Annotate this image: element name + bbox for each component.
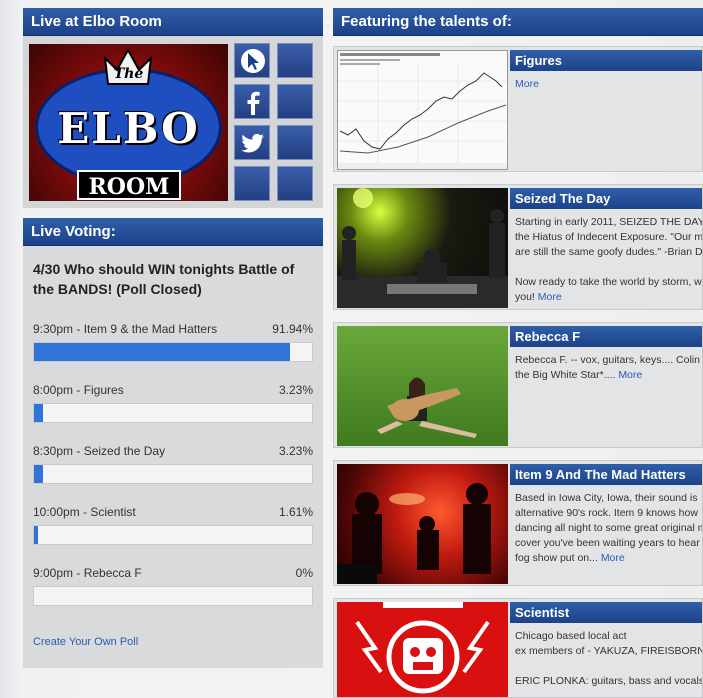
twitter-icon: [241, 133, 264, 153]
poll-bar-track: [33, 586, 313, 606]
logo-elbo: ELBO: [57, 104, 200, 153]
band-thumbnail[interactable]: [337, 188, 508, 308]
poll-option-percent: 3.23%: [278, 383, 313, 397]
empty-square-5: [277, 166, 313, 201]
band-description-line: Based in Iowa City, Iowa, their sound is: [515, 492, 698, 504]
band-description-gap: [515, 260, 702, 275]
logo-room: ROOM: [77, 170, 181, 200]
elbo-room-logo[interactable]: The ELBO ROOM: [29, 44, 228, 201]
band-description-gap: [515, 659, 702, 674]
band-description-line: Chicago based local act: [515, 630, 627, 642]
poll-option[interactable]: 8:30pm - Seized the Day 3.23%: [33, 444, 313, 484]
more-link[interactable]: More: [618, 369, 642, 381]
stock-chart-image: [338, 51, 507, 169]
twitter-button[interactable]: [234, 125, 270, 160]
featuring-title: Featuring the talents of:: [333, 8, 703, 36]
band-name[interactable]: Rebecca F: [510, 326, 702, 347]
poll-option-label: 10:00pm - Scientist: [33, 505, 136, 519]
more-link[interactable]: More: [601, 552, 625, 564]
poll-option-percent: 1.61%: [278, 505, 313, 519]
band-description-text: you!: [515, 291, 535, 303]
empty-square-4: [234, 166, 270, 201]
cursor-icon: [241, 49, 265, 73]
poll-option-percent: 3.23%: [278, 444, 313, 458]
band-photo-image: [337, 483, 491, 584]
poll-bar-track: [33, 525, 313, 545]
poll-bar-fill: [34, 465, 43, 483]
band-description-line: you! More: [515, 290, 702, 305]
band-description-line: ex members of - YAKUZA, FIREISBORN: [515, 645, 703, 657]
band-description: Starting in early 2011, SEIZED THE DAY t…: [515, 215, 703, 305]
band-thumbnail[interactable]: [337, 464, 508, 584]
band-description-line: dancing all night to some great original…: [515, 522, 703, 534]
band-description-line: the Big White Star*.... More: [515, 368, 702, 383]
poll-option[interactable]: 10:00pm - Scientist 1.61%: [33, 505, 313, 545]
band-description: Chicago based local act ex members of - …: [515, 629, 703, 689]
band-card-item-9-and-the-mad-hatters: Item 9 And The Mad Hatters Based in Iowa…: [333, 460, 703, 586]
band-card-seized-the-day: Seized The Day Starting in early 2011, S…: [333, 184, 703, 310]
band-logo-image: [355, 602, 490, 694]
poll-option-percent: 0%: [295, 566, 313, 580]
band-description-text: the Big White Star*....: [515, 369, 616, 381]
facebook-button[interactable]: [234, 84, 270, 119]
band-description-line: alternative 90's rock. Item 9 knows how: [515, 507, 698, 519]
empty-square-3: [277, 125, 313, 160]
band-description-line: Rebecca F. -- vox, guitars, keys.... Col…: [515, 354, 700, 366]
poll-bar-track: [33, 464, 313, 484]
band-name[interactable]: Scientist: [510, 602, 702, 623]
band-name[interactable]: Figures: [510, 50, 702, 71]
poll-option[interactable]: 9:00pm - Rebecca F 0%: [33, 566, 313, 606]
poll-option-label: 8:00pm - Figures: [33, 383, 124, 397]
band-description-line: Now ready to take the world by storm, w: [515, 276, 702, 288]
logo-the: The: [113, 66, 144, 82]
band-description-line: cover you've been waiting years to hear: [515, 537, 700, 549]
live-at-elbo-room-title: Live at Elbo Room: [23, 8, 323, 36]
band-thumbnail[interactable]: [337, 602, 508, 697]
band-photo-image: [337, 188, 508, 308]
cursor-button[interactable]: [234, 43, 270, 78]
band-description-line: fog show put on... More: [515, 551, 702, 566]
band-name[interactable]: Seized The Day: [510, 188, 702, 209]
create-your-own-poll-link[interactable]: Create Your Own Poll: [33, 636, 138, 648]
band-description-line: the Hiatus of Indecent Exposure. "Our m: [515, 231, 703, 243]
featuring-panel: Featuring the talents of:: [333, 8, 703, 36]
more-link[interactable]: More: [515, 78, 539, 90]
poll-bar-track: [33, 403, 313, 423]
poll-bar-track: [33, 342, 313, 362]
poll-option-label: 8:30pm - Seized the Day: [33, 444, 166, 458]
empty-square-2: [277, 84, 313, 119]
band-thumbnail[interactable]: [337, 326, 508, 446]
poll-option-percent: 91.94%: [272, 322, 313, 336]
poll-option-label: 9:00pm - Rebecca F: [33, 566, 142, 580]
poll-option-label: 9:30pm - Item 9 & the Mad Hatters: [33, 322, 218, 336]
band-card-rebecca-f: Rebecca F Rebecca F. -- vox, guitars, ke…: [333, 322, 703, 448]
band-name[interactable]: Item 9 And The Mad Hatters: [510, 464, 702, 485]
live-voting-title: Live Voting:: [23, 218, 323, 246]
empty-square-1: [277, 43, 313, 78]
facebook-icon: [247, 91, 260, 115]
band-card-figures: Figures More: [333, 46, 703, 172]
live-voting-panel: Live Voting: 4/30 Who should WIN tonight…: [23, 218, 323, 668]
band-description: More: [515, 77, 702, 92]
poll-option[interactable]: 8:00pm - Figures 3.23%: [33, 383, 313, 423]
band-card-scientist: Scientist Chicago based local act ex mem…: [333, 598, 703, 698]
poll-bar-fill: [34, 404, 43, 422]
band-description: Rebecca F. -- vox, guitars, keys.... Col…: [515, 353, 702, 383]
band-description-line: are still the same goofy dudes." -Brian …: [515, 246, 703, 258]
poll-question: 4/30 Who should WIN tonights Battle of t…: [33, 261, 295, 297]
band-photo-image: [377, 377, 477, 438]
band-thumbnail[interactable]: [337, 50, 508, 170]
band-description: Based in Iowa City, Iowa, their sound is…: [515, 491, 703, 566]
band-description-line: ERIC PLONKA: guitars, bass and vocals: [515, 675, 703, 687]
poll-bar-fill: [34, 343, 290, 361]
band-description-line: Starting in early 2011, SEIZED THE DAY: [515, 216, 703, 228]
poll-option[interactable]: 9:30pm - Item 9 & the Mad Hatters 91.94%: [33, 322, 313, 362]
live-at-elbo-room-panel: Live at Elbo Room The ELBO ROOM: [23, 8, 323, 208]
band-description-text: fog show put on...: [515, 552, 598, 564]
more-link[interactable]: More: [538, 291, 562, 303]
poll-bar-fill: [34, 526, 39, 544]
